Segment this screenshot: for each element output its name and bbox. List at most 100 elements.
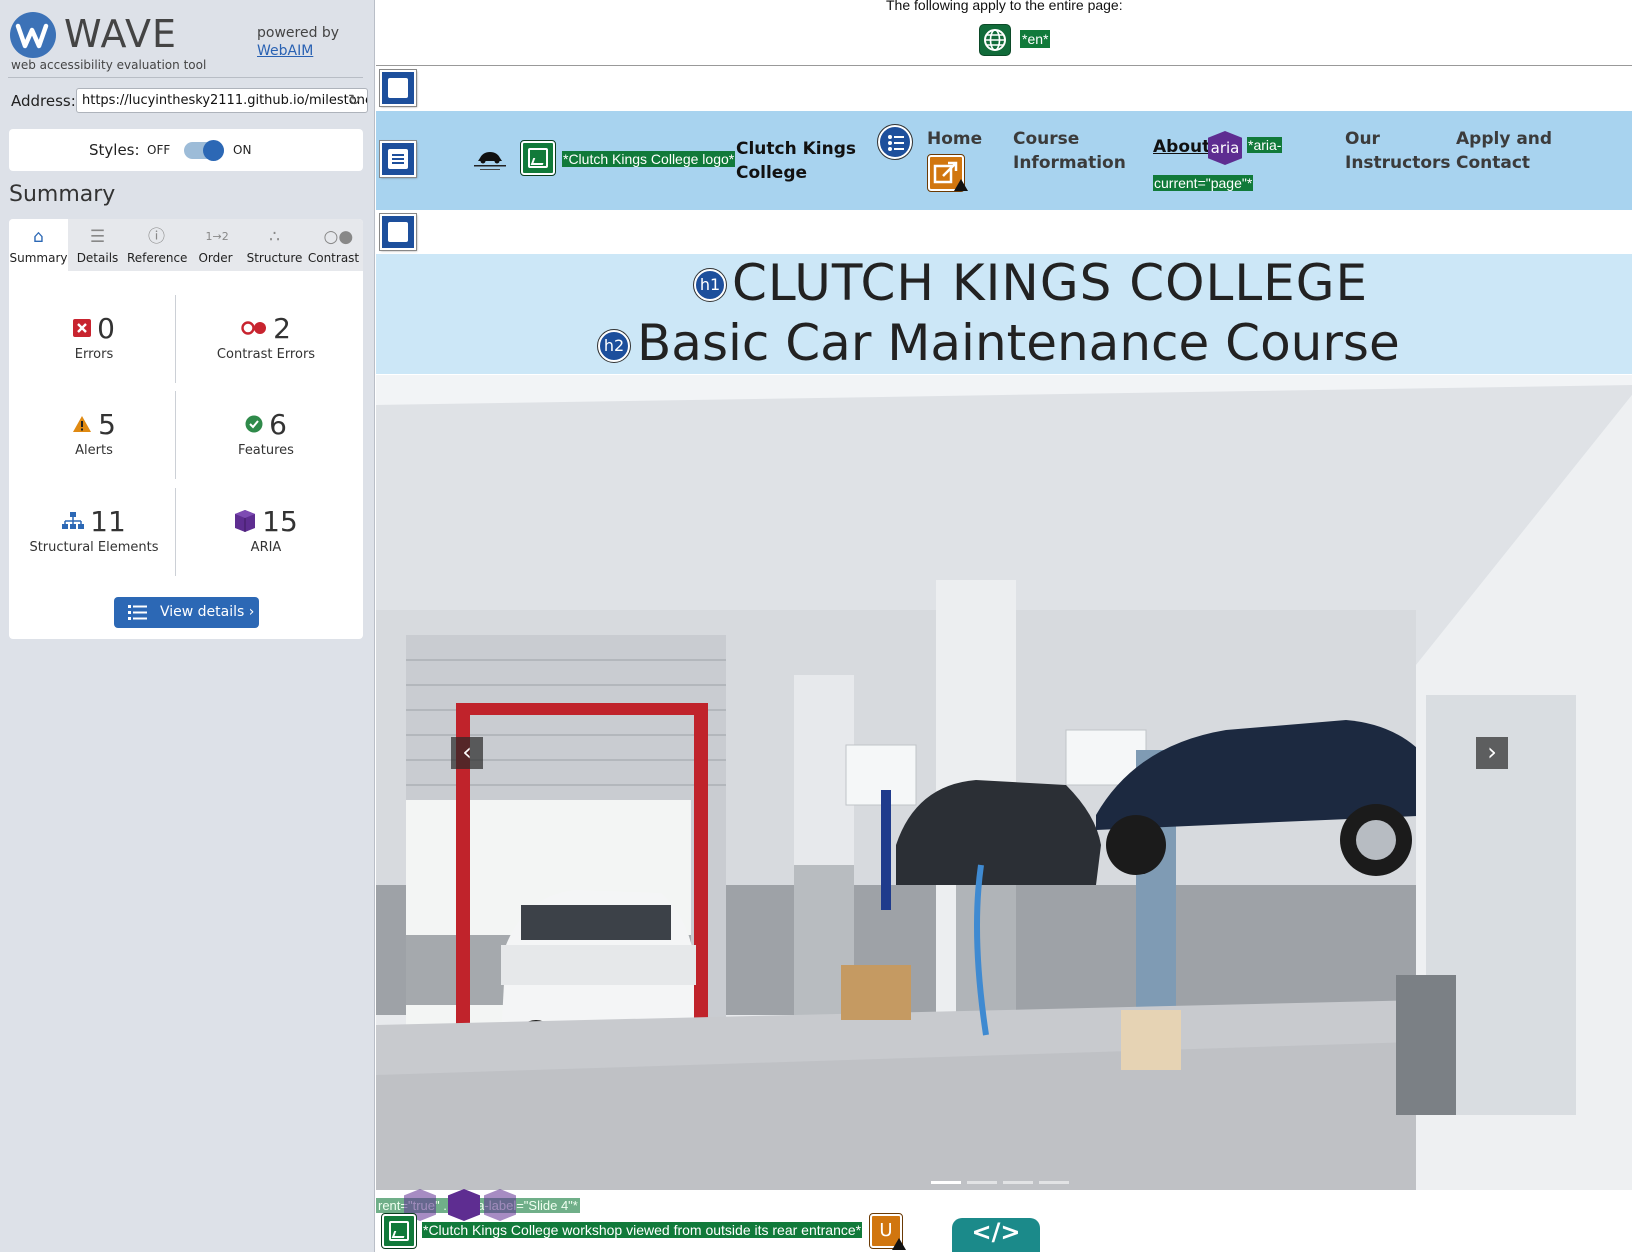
nav-region-icon[interactable]	[379, 140, 417, 178]
carousel-prev-button[interactable]: ‹	[451, 737, 483, 769]
h2-badge-icon[interactable]: h2	[597, 329, 631, 363]
stat-label: Structural Elements	[29, 540, 159, 555]
reload-icon[interactable]: ↻	[348, 92, 364, 108]
nav-apply-line2: Contact	[1456, 153, 1531, 173]
stat-errors[interactable]: 0 Errors	[14, 311, 174, 362]
stat-value: 2	[273, 311, 291, 345]
tab-details[interactable]: ☰ Details	[68, 219, 127, 271]
stat-label: Alerts	[75, 443, 113, 458]
hero-alt-text: *Clutch Kings College workshop viewed fr…	[422, 1222, 863, 1238]
wave-logo-icon	[10, 12, 56, 58]
nav-link-home[interactable]: Home	[927, 127, 982, 151]
h1-badge-icon[interactable]: h1	[693, 268, 727, 302]
aria-cube-icon	[235, 510, 256, 532]
feature-check-icon	[245, 415, 263, 433]
site-navbar: *Clutch Kings College logo* Clutch Kings…	[376, 111, 1632, 210]
aria-current-tag-2: current="page"*	[1153, 175, 1254, 191]
view-details-label: View details ›	[160, 604, 255, 620]
stat-features[interactable]: 6 Features	[186, 407, 346, 459]
tab-summary[interactable]: ⌂ Summary	[9, 219, 68, 271]
stat-divider	[175, 391, 176, 479]
order-icon: 1→2	[205, 230, 229, 243]
image-alt-icon[interactable]	[520, 140, 556, 176]
summary-heading: Summary	[9, 182, 116, 207]
nav-link-instructors[interactable]: Our Instructors	[1345, 127, 1451, 175]
view-details-button[interactable]: View details ›	[114, 597, 259, 628]
stat-structural[interactable]: 11 Structural Elements	[14, 504, 174, 556]
aria-tag-icon[interactable]	[448, 1189, 480, 1221]
tab-structure[interactable]: ∴ Structure	[245, 219, 304, 271]
carousel-dot[interactable]	[967, 1181, 997, 1184]
page-h1: CLUTCH KINGS COLLEGE	[732, 254, 1369, 312]
stat-label: ARIA	[250, 540, 282, 555]
wave-sidebar: WAVE web accessibility evaluation tool p…	[0, 0, 375, 1252]
list-icon: ☰	[89, 227, 106, 247]
nav-link-course[interactable]: Course Information	[1013, 127, 1126, 175]
logo-alt-text: *Clutch Kings College logo*	[562, 151, 736, 167]
nav-course-line2: Information	[1013, 153, 1126, 173]
address-input[interactable]: https://lucyinthesky2111.github.io/miles…	[76, 88, 368, 113]
info-icon: ⓘ	[148, 227, 165, 247]
stat-value: 15	[262, 504, 298, 538]
carousel-indicators	[931, 1181, 1091, 1185]
nav-link-apply[interactable]: Apply and Contact	[1456, 127, 1552, 175]
language-globe-icon[interactable]	[979, 24, 1011, 56]
powered-by: powered by WebAIM	[257, 24, 339, 60]
styles-off-label: OFF	[147, 143, 171, 157]
aria-icon[interactable]	[484, 1189, 516, 1221]
nav-link-about[interactable]: About	[1153, 135, 1210, 159]
contrast-error-icon	[241, 321, 267, 335]
stat-contrast-errors[interactable]: 2 Contrast Errors	[186, 311, 346, 363]
page-level-bar: The following apply to the entire page: …	[376, 0, 1632, 66]
styles-toggle-box: Styles: OFF ON	[9, 129, 363, 171]
code-toggle-button[interactable]: </>	[952, 1218, 1040, 1252]
nav-instructors-line2: Instructors	[1345, 153, 1451, 173]
page-heading-band: h1 CLUTCH KINGS COLLEGE h2 Basic Car Mai…	[376, 254, 1632, 374]
structure-icon	[62, 512, 85, 529]
aria-current-tag-1: *aria-	[1247, 137, 1283, 153]
carousel-dot[interactable]	[1003, 1181, 1033, 1184]
tab-label: Order	[198, 251, 233, 265]
carousel-dot[interactable]	[1039, 1181, 1069, 1184]
carousel-next-button[interactable]: ›	[1476, 737, 1508, 769]
image-alt-icon[interactable]	[381, 1213, 417, 1249]
college-logo-image[interactable]	[468, 146, 512, 174]
region-inner	[388, 149, 408, 169]
styles-toggle[interactable]	[184, 140, 224, 161]
tab-label: Structure	[246, 251, 303, 265]
site-name[interactable]: Clutch Kings College	[736, 137, 856, 185]
tab-order[interactable]: 1→2 Order	[186, 219, 245, 271]
stat-value: 0	[97, 311, 115, 345]
site-name-line1: Clutch Kings	[736, 139, 857, 159]
tab-label: Contrast	[307, 251, 360, 265]
tab-label: Summary	[9, 251, 68, 265]
workshop-photo	[376, 375, 1632, 1208]
main-region-icon[interactable]	[379, 213, 417, 251]
page-h2: Basic Car Maintenance Course	[637, 314, 1400, 372]
stat-divider	[175, 488, 176, 576]
webaim-link[interactable]: WebAIM	[257, 43, 313, 59]
carousel-dot[interactable]	[931, 1181, 961, 1184]
site-name-line2: College	[736, 163, 808, 183]
tab-contrast[interactable]: ○● Contrast	[304, 219, 363, 271]
header-region-icon[interactable]	[379, 69, 417, 107]
list-details-icon	[128, 605, 147, 620]
stat-value: 6	[269, 407, 287, 441]
error-icon	[73, 319, 92, 337]
address-label: Address:	[11, 92, 76, 110]
stat-label: Errors	[74, 347, 114, 362]
stat-alerts[interactable]: 5 Alerts	[14, 407, 174, 458]
aria-icon[interactable]: aria	[1208, 131, 1242, 165]
unordered-list-icon[interactable]	[877, 124, 913, 160]
image-glyph	[389, 1221, 409, 1241]
stat-divider	[175, 295, 176, 383]
nav-instructors-line1: Our	[1345, 129, 1380, 149]
tab-label: Reference	[127, 251, 188, 265]
stat-aria[interactable]: 15 ARIA	[186, 504, 346, 555]
screen: WAVE web accessibility evaluation tool p…	[0, 0, 1632, 1252]
image-glyph	[528, 148, 548, 168]
contrast-icon: ○●	[323, 227, 354, 247]
stat-label: Features	[238, 443, 294, 458]
tab-reference[interactable]: ⓘ Reference	[127, 219, 188, 271]
nav-apply-line1: Apply and	[1456, 129, 1553, 149]
